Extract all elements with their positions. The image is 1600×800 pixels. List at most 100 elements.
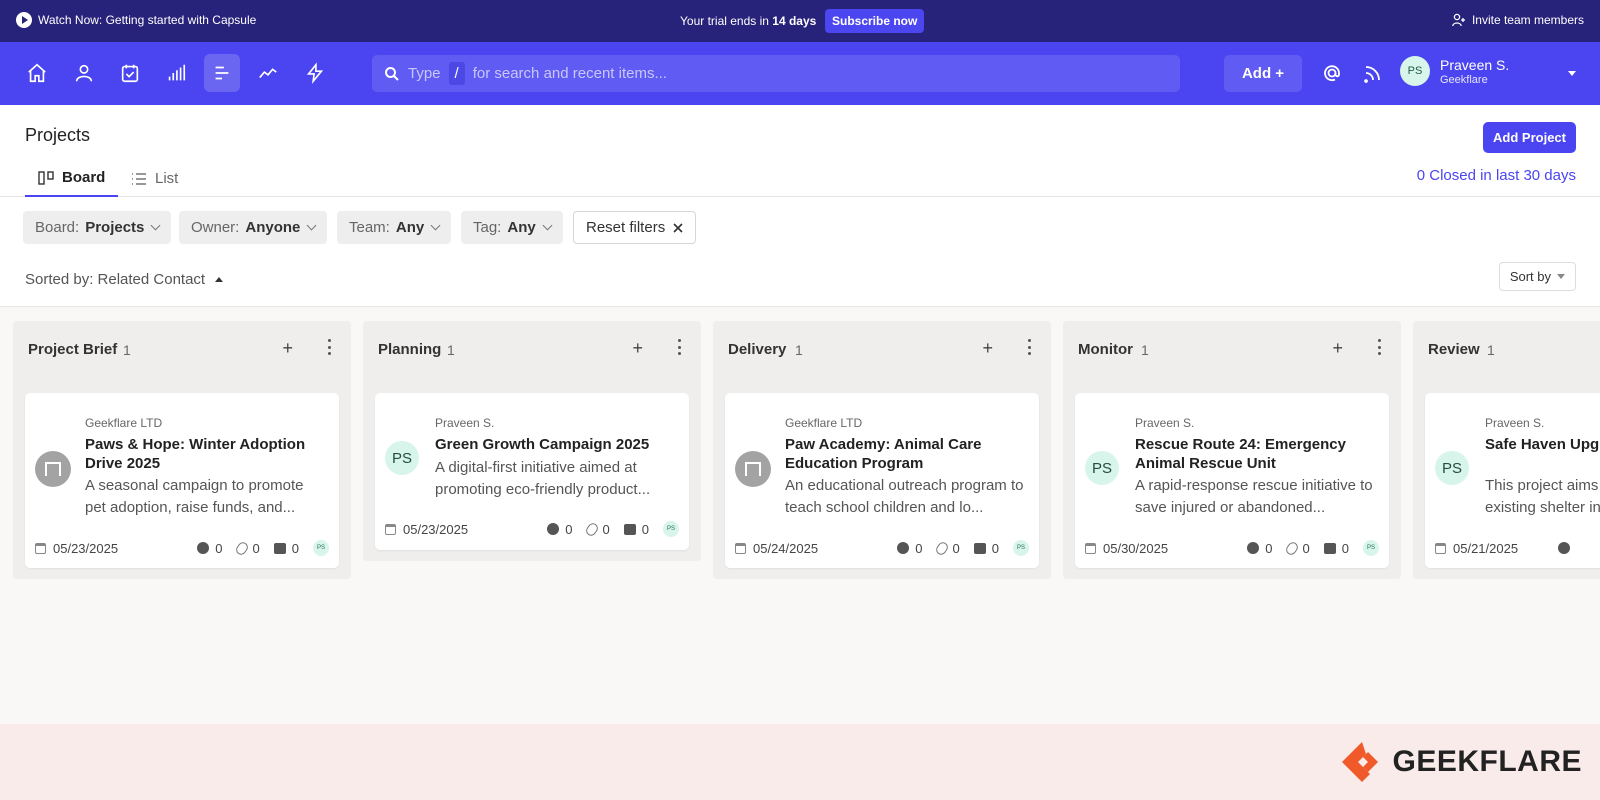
notes-count: 0	[623, 522, 649, 537]
main-navbar: Type / for search and recent items... Ad…	[0, 42, 1600, 105]
board-filter[interactable]: Board: Projects	[23, 211, 172, 244]
projects-icon	[215, 66, 229, 80]
nav-calendar[interactable]	[112, 54, 148, 92]
note-icon	[623, 523, 636, 535]
card-date: 05/23/2025	[53, 540, 119, 556]
files-count: 0	[233, 539, 260, 557]
nav-contacts[interactable]	[66, 54, 102, 92]
tag-filter-value: Any	[507, 219, 536, 236]
sorted-by-toggle[interactable]: Sorted by: Related Contact	[25, 271, 224, 288]
trial-notice: Your trial ends in 14 days	[680, 14, 816, 28]
chevron-down-icon[interactable]	[1568, 71, 1576, 76]
team-filter[interactable]: Team: Any	[337, 211, 452, 244]
tab-list[interactable]: List	[118, 160, 191, 197]
column-title: Review	[1428, 341, 1480, 358]
add-card-button[interactable]: +	[282, 338, 293, 359]
board-filter-label: Board:	[35, 219, 80, 236]
column-title: Planning	[378, 341, 442, 358]
paperclip-icon	[233, 539, 250, 557]
add-project-button[interactable]: Add Project	[1483, 122, 1576, 153]
board-column: Planning 1 + PS Praveen S. Green Growth …	[363, 321, 701, 561]
tab-board[interactable]: Board	[25, 160, 119, 197]
home-icon	[28, 63, 46, 83]
search-shortcut-key: /	[448, 62, 465, 85]
nav-sales[interactable]	[250, 54, 286, 92]
board-icon	[38, 170, 54, 185]
column-title: Project Brief	[28, 341, 118, 358]
add-card-button[interactable]: +	[1332, 338, 1343, 359]
column-title: Monitor	[1078, 341, 1133, 358]
card-footer: 05/30/2025 0 0 0 PS	[1085, 539, 1379, 557]
user-menu[interactable]: PS Praveen S. Geekflare	[1400, 56, 1509, 86]
sort-by-dropdown[interactable]: Sort by	[1498, 262, 1576, 291]
check-circle-icon	[197, 542, 210, 554]
check-circle-icon	[1247, 542, 1260, 554]
paperclip-icon	[1283, 539, 1300, 557]
add-button[interactable]: Add +	[1224, 55, 1302, 92]
user-org: Geekflare	[1440, 73, 1488, 86]
company-avatar	[735, 451, 771, 487]
search-placeholder-suffix: for search and recent items...	[472, 65, 667, 82]
card-date: 05/21/2025	[1453, 540, 1519, 556]
closed-projects-link[interactable]: 0 Closed in last 30 days	[1417, 167, 1576, 184]
card-owner: Praveen S.	[1135, 416, 1195, 430]
reset-filters-button[interactable]: Reset filters	[573, 211, 697, 244]
more-options-icon[interactable]	[327, 339, 331, 355]
card-title: Paw Academy: Animal Care Education Progr…	[785, 436, 982, 472]
project-card[interactable]: PS Praveen S. Rescue Route 24: Emergency…	[1075, 393, 1389, 568]
geekflare-logo-icon	[1342, 742, 1379, 782]
chevron-down-icon	[306, 220, 317, 231]
more-options-icon[interactable]	[1377, 339, 1381, 355]
project-card[interactable]: PS Praveen S. Safe Haven Upgrade Renovat…	[1425, 393, 1600, 568]
feed-icon[interactable]	[1362, 62, 1384, 84]
owner-avatar: PS	[385, 441, 419, 475]
add-card-button[interactable]: +	[982, 338, 993, 359]
board-column: Monitor 1 + PS Praveen S. Rescue Route 2…	[1063, 321, 1401, 579]
search-placeholder-prefix: Type	[408, 65, 441, 82]
card-title: Safe Haven Upgrade Renovation 2025	[1485, 436, 1600, 453]
project-card[interactable]: PS Praveen S. Green Growth Campaign 2025…	[375, 393, 689, 550]
card-title: Rescue Route 24: Emergency Animal Rescue…	[1135, 436, 1346, 472]
project-card[interactable]: Geekflare LTD Paw Academy: Animal Care E…	[725, 393, 1039, 568]
nav-home[interactable]	[19, 54, 55, 92]
avatar: PS	[1400, 56, 1430, 86]
mentions-icon[interactable]	[1321, 62, 1343, 84]
search-icon	[385, 66, 399, 81]
calendar-icon	[735, 542, 746, 554]
nav-reports[interactable]	[158, 54, 194, 92]
invite-team-link[interactable]: Invite team members	[1452, 13, 1584, 27]
more-options-icon[interactable]	[677, 339, 681, 355]
column-header: Planning 1 +	[363, 321, 701, 379]
company-avatar	[35, 451, 71, 487]
card-date: 05/30/2025	[1103, 540, 1169, 556]
note-icon	[1323, 542, 1336, 554]
nav-projects[interactable]	[204, 54, 240, 92]
card-footer: 05/23/2025 0 0 0 PS	[35, 539, 329, 557]
tag-filter[interactable]: Tag: Any	[461, 211, 563, 244]
note-icon	[273, 542, 286, 554]
more-options-icon[interactable]	[1027, 339, 1031, 355]
owner-filter[interactable]: Owner: Anyone	[179, 211, 328, 244]
card-footer: 05/24/2025 0 0 0 PS	[735, 539, 1029, 557]
project-card[interactable]: Geekflare LTD Paws & Hope: Winter Adopti…	[25, 393, 339, 568]
add-card-button[interactable]: +	[632, 338, 643, 359]
tasks-count: 0	[547, 522, 573, 537]
tasks-count: 0	[197, 541, 223, 556]
tab-board-label: Board	[62, 169, 106, 186]
card-owner: Geekflare LTD	[85, 416, 163, 430]
card-description: This project aims to existing shelter in…	[1485, 477, 1600, 516]
subscribe-button[interactable]: Subscribe now	[825, 9, 925, 33]
search-input[interactable]: Type / for search and recent items...	[372, 55, 1180, 92]
sort-ascending-icon	[215, 277, 224, 282]
card-date: 05/23/2025	[403, 521, 469, 537]
owner-avatar: PS	[1435, 451, 1469, 485]
watch-now-link[interactable]: Watch Now: Getting started with Capsule	[16, 12, 256, 28]
card-description: A digital-first initiative aimed at prom…	[435, 459, 651, 498]
card-owner: Praveen S.	[1485, 416, 1545, 430]
chevron-down-icon	[1557, 274, 1565, 279]
card-owner: Geekflare LTD	[785, 416, 863, 430]
calendar-icon	[35, 542, 46, 554]
page-title: Projects	[25, 125, 91, 145]
nav-automation[interactable]	[297, 54, 333, 92]
notes-count: 0	[1323, 541, 1349, 556]
